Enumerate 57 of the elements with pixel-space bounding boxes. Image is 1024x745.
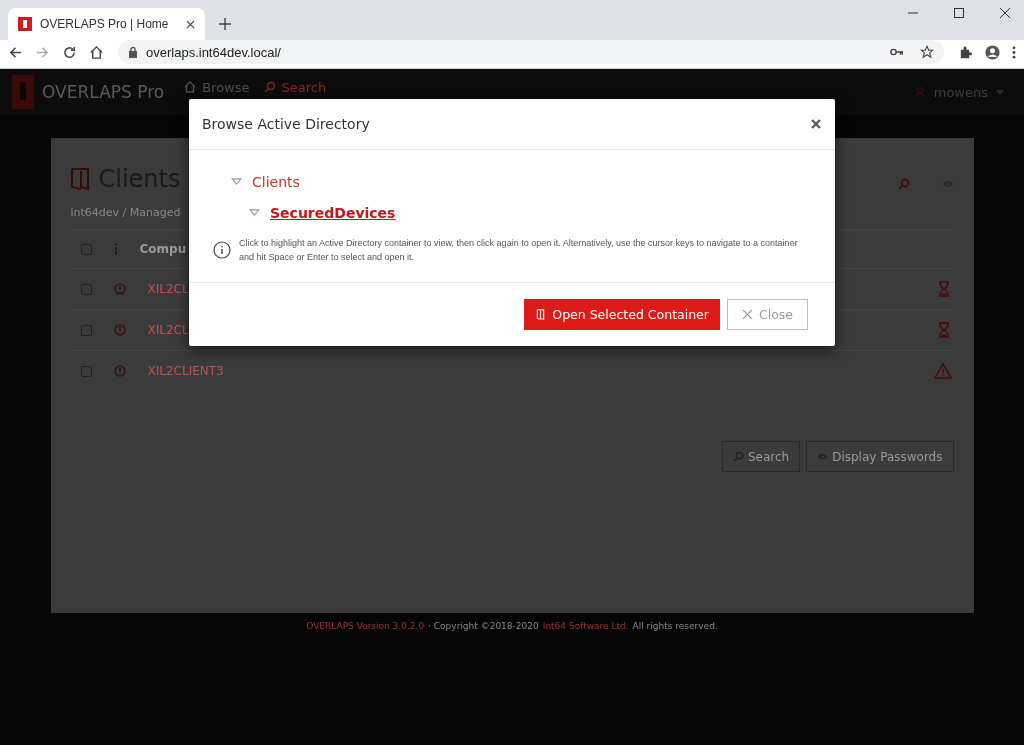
close-icon <box>741 309 753 320</box>
info-circle-icon <box>113 283 126 295</box>
home-icon <box>184 81 197 93</box>
close-tab-icon[interactable] <box>186 19 195 29</box>
row-checkbox[interactable] <box>80 283 92 295</box>
eye-icon <box>817 451 829 462</box>
maximize-icon[interactable] <box>954 8 964 18</box>
outline-button[interactable]: Display Passwords <box>806 441 954 472</box>
caret-icon <box>996 89 1004 95</box>
profile-icon[interactable] <box>985 44 1000 60</box>
lock-icon <box>128 46 138 58</box>
open-button[interactable]: Open Selected Container <box>524 299 720 330</box>
row-checkbox[interactable] <box>80 324 92 336</box>
expand-triangle-icon[interactable] <box>249 209 260 216</box>
hourglass-icon <box>937 322 950 338</box>
container-icon <box>70 168 89 190</box>
copyright-text: · Copyright ©2018-2020 <box>428 621 539 631</box>
search-icon <box>263 81 276 93</box>
info-circle-icon <box>113 324 126 336</box>
reload-icon[interactable] <box>62 44 77 60</box>
menu-icon[interactable] <box>1012 44 1016 60</box>
version-link[interactable]: OVERLAPS Version 3.0.2.0 <box>306 621 425 631</box>
breadcrumb: int64dev / Managed <box>70 206 181 219</box>
app-logo-icon <box>18 17 32 31</box>
rights-text: All rights reserved. <box>632 621 718 631</box>
nav-link[interactable]: Browse <box>184 79 250 95</box>
select-all-checkbox[interactable] <box>80 243 92 255</box>
user-icon <box>913 86 926 98</box>
brand-name[interactable]: OVERLAPS Pro <box>42 82 165 102</box>
outline-button[interactable]: Search <box>721 441 801 472</box>
search-icon <box>732 451 744 462</box>
close-icon[interactable] <box>811 119 821 129</box>
home-icon[interactable] <box>89 44 104 60</box>
expand-triangle-icon[interactable] <box>231 178 242 185</box>
info-text: Click to highlight an Active Directory container to view, then click again to open it. Alternatively, use the cursor keys to navigate to a container and hit Space or Enter to select and open it. <box>239 237 799 264</box>
warning-icon <box>933 363 952 379</box>
puzzle-icon[interactable] <box>958 44 973 60</box>
tree-item[interactable]: Clients <box>252 173 300 190</box>
info-circle-icon <box>213 241 231 259</box>
row-checkbox[interactable] <box>80 365 92 377</box>
computer-name[interactable]: XIL2CL <box>147 282 189 296</box>
tree-item[interactable]: SecuredDevices <box>270 204 396 221</box>
computer-name[interactable]: XIL2CLIENT3 <box>147 364 224 378</box>
star-icon[interactable] <box>920 45 934 59</box>
info-circle-icon <box>113 365 126 377</box>
company-link[interactable]: Int64 Software Ltd. <box>542 621 629 631</box>
container-icon <box>535 309 547 320</box>
info-icon <box>113 243 118 255</box>
address-bar[interactable]: overlaps.int64dev.local/ <box>118 40 944 64</box>
dialog-title: Browse Active Directory <box>202 116 370 132</box>
hourglass-icon <box>937 281 950 297</box>
computer-name[interactable]: XIL2CL <box>147 323 189 337</box>
nav-link[interactable]: Search <box>263 79 327 95</box>
close-button[interactable]: Close <box>726 299 808 330</box>
close-icon[interactable] <box>1000 8 1010 18</box>
new-tab-icon[interactable] <box>219 18 231 30</box>
column-header[interactable]: Compu <box>139 242 187 256</box>
